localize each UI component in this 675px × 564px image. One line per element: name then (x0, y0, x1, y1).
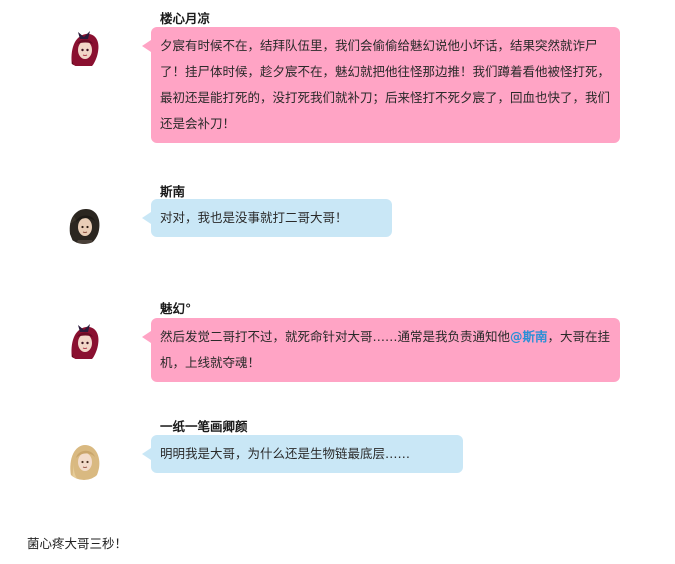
sender-name: 一纸一笔画卿颜 (160, 419, 248, 434)
message-bubble: 夕宸有时候不在，结拜队伍里，我们会偷偷给魅幻说他小坏话，结果突然就诈尸了！挂尸体… (142, 27, 620, 143)
blonde-male-avatar-icon[interactable] (64, 440, 104, 480)
footer-caption: 菌心疼大哥三秒！ (27, 536, 128, 551)
dark-haired-male-avatar-icon[interactable] (64, 204, 104, 244)
sender-name: 斯南 (160, 184, 186, 199)
message-bubble: 然后发觉二哥打不过，就死命针对大哥……通常是我负责通知他@斯南，大哥在挂机，上线… (142, 318, 620, 382)
mention-link[interactable]: @斯南 (510, 329, 548, 344)
chat-page: { "messages": [ { "name": "楼心月凉", "text"… (0, 0, 675, 564)
sender-name: 魅幻° (160, 301, 192, 316)
red-haired-female-avatar-icon[interactable] (64, 28, 104, 68)
message-text: 然后发觉二哥打不过，就死命针对大哥……通常是我负责通知他 (160, 329, 511, 344)
message-bubble: 明明我是大哥，为什么还是生物链最底层…… (142, 435, 463, 473)
message-bubble: 对对，我也是没事就打二哥大哥！ (142, 199, 392, 237)
red-haired-female-avatar-icon[interactable] (64, 321, 104, 361)
sender-name: 楼心月凉 (160, 11, 211, 26)
